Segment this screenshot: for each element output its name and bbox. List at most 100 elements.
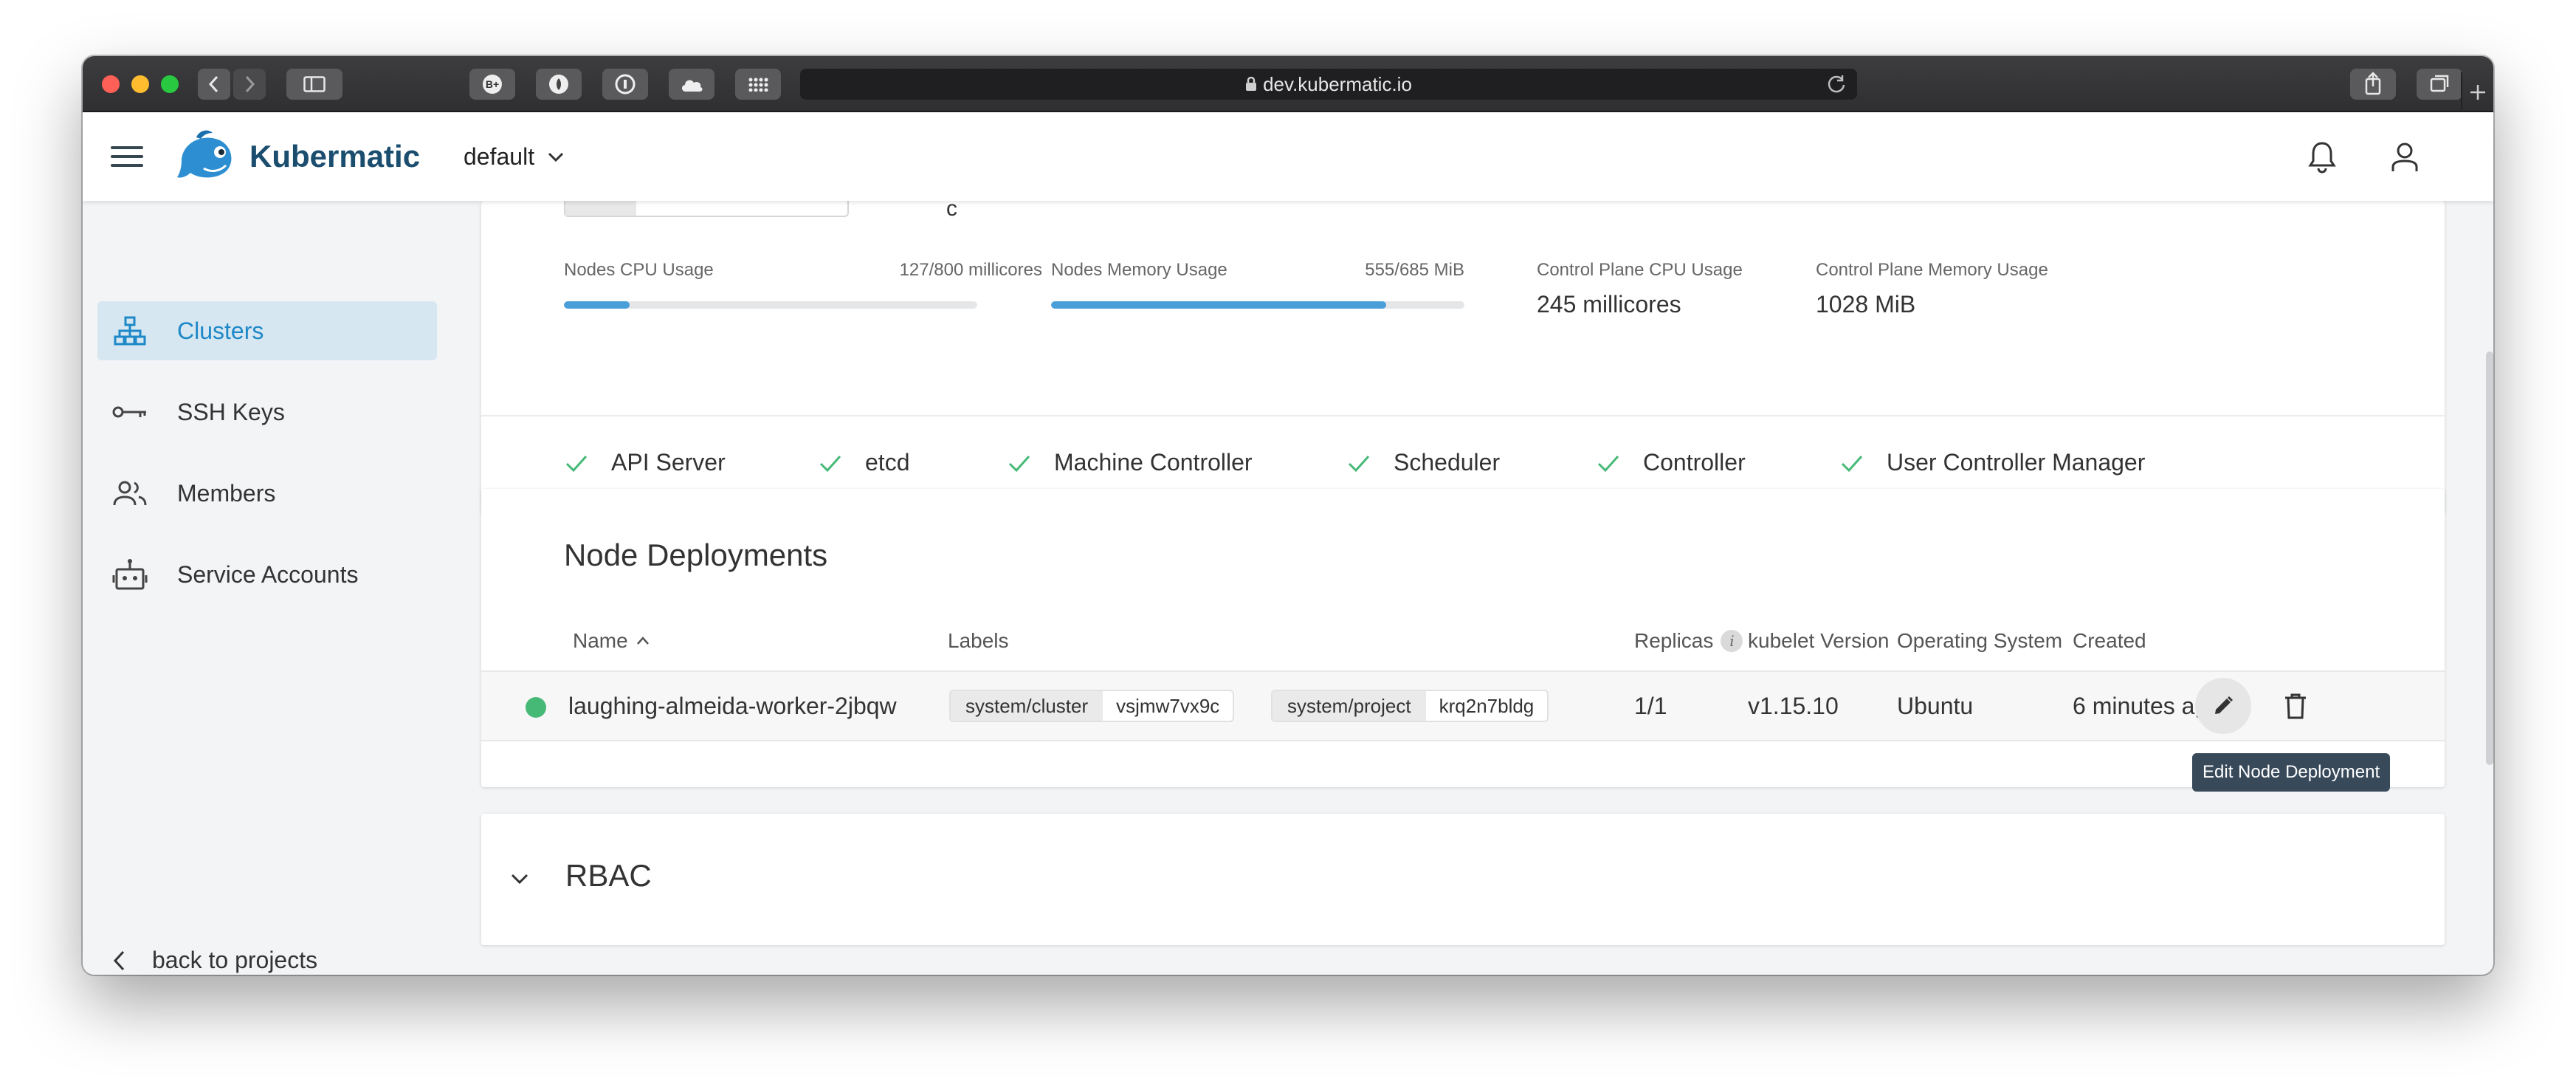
nodes-cpu-label: Nodes CPU Usage: [564, 260, 714, 280]
sidebar-item-label: Clusters: [177, 317, 264, 344]
svg-text:B+: B+: [486, 78, 499, 90]
extension-button-4[interactable]: [669, 69, 714, 100]
scrollbar[interactable]: [2486, 351, 2493, 765]
info-icon[interactable]: i: [1721, 630, 1743, 652]
delete-node-deployment-button[interactable]: [2278, 688, 2313, 724]
cp-cpu-label: Control Plane CPU Usage: [1537, 260, 1743, 280]
key-icon: [111, 396, 149, 428]
browser-window: B+ dev.kubermatic.io Kubermatic default …: [83, 56, 2493, 975]
sidebar-item-members[interactable]: Members: [97, 464, 437, 523]
column-label: Created: [2073, 629, 2146, 652]
cloud-icon: [681, 80, 703, 92]
health-label: User Controller Manager: [1887, 449, 2146, 476]
app-header: Kubermatic default: [83, 112, 2493, 201]
close-window-button[interactable]: [102, 75, 120, 93]
health-controller: Controller: [1596, 449, 1746, 476]
sidebar-item-clusters[interactable]: Clusters: [97, 301, 437, 360]
grid-icon: [748, 78, 768, 92]
check-icon: [819, 455, 841, 472]
column-header-os: Operating System: [1897, 629, 2062, 653]
nodes-memory-label: Nodes Memory Usage: [1051, 260, 1227, 280]
nodes-cpu-bar-fill: [564, 301, 630, 309]
label-chip: system/cluster vsjmw7vx9c: [949, 690, 1235, 722]
b-plus-icon: B+: [483, 75, 502, 94]
sidebar-item-label: SSH Keys: [177, 398, 285, 425]
section-title: RBAC: [565, 858, 652, 893]
pencil-icon: [2215, 696, 2233, 714]
forward-nav-button[interactable]: [233, 69, 266, 100]
back-nav-button[interactable]: [198, 69, 230, 100]
password-icon: [615, 74, 636, 95]
plus-icon: [2470, 85, 2485, 100]
divider: [481, 415, 2445, 416]
health-label: API Server: [611, 449, 726, 476]
label-key: system/project: [1272, 691, 1426, 721]
address-bar[interactable]: dev.kubermatic.io: [800, 69, 1857, 100]
sidebar-icon: [303, 76, 326, 92]
extension-button-3[interactable]: [602, 69, 648, 100]
zoom-window-button[interactable]: [161, 75, 179, 93]
edit-tooltip: Edit Node Deployment: [2192, 753, 2391, 792]
edit-node-deployment-button[interactable]: [2195, 678, 2251, 734]
rbac-card[interactable]: RBAC: [481, 814, 2445, 945]
extension-button-2[interactable]: [536, 69, 582, 100]
sidebar-toggle-button[interactable]: [286, 69, 342, 100]
tabs-overview-button[interactable]: [2417, 69, 2462, 100]
health-label: Machine Controller: [1054, 449, 1253, 476]
share-button[interactable]: [2350, 69, 2396, 100]
sidebar-item-service-accounts[interactable]: Service Accounts: [97, 545, 437, 604]
cp-memory-value: 1028 MiB: [1816, 291, 1916, 318]
notifications-bell-icon[interactable]: [2304, 139, 2340, 174]
menu-button[interactable]: [111, 146, 143, 167]
cp-memory-label: Control Plane Memory Usage: [1816, 260, 2048, 280]
reload-icon[interactable]: [1826, 73, 1847, 94]
label-chip: system/project krq2n7bldg: [1271, 690, 1549, 722]
node-deployments-card: Node Deployments Name Labels Replicas i …: [481, 489, 2445, 792]
check-icon: [1841, 455, 1863, 472]
new-tab-button[interactable]: [2461, 72, 2493, 112]
label-value: vsjmw7vx9c: [1103, 691, 1233, 721]
chevron-right-icon: [245, 75, 255, 93]
replicas-value: 1/1: [1634, 693, 1667, 719]
check-icon: [1348, 455, 1370, 472]
back-to-projects-link[interactable]: back to projects: [112, 947, 317, 974]
column-header-name[interactable]: Name: [573, 629, 650, 653]
node-deployment-name[interactable]: laughing-almeida-worker-2jbqw: [568, 693, 897, 720]
clusters-icon: [111, 315, 149, 347]
extension-button-1[interactable]: B+: [469, 69, 515, 100]
partial-field: [564, 201, 849, 217]
chevron-down-icon[interactable]: [503, 862, 536, 895]
column-label: kubelet Version: [1748, 629, 1890, 652]
project-selector[interactable]: default: [464, 143, 564, 171]
minimize-window-button[interactable]: [131, 75, 149, 93]
sidebar-item-ssh-keys[interactable]: SSH Keys: [97, 383, 437, 442]
health-etcd: etcd: [818, 449, 909, 476]
tabs-icon: [2430, 75, 2449, 92]
column-label: Labels: [948, 629, 1009, 652]
check-icon: [1008, 455, 1030, 472]
label-value: krq2n7bldg: [1425, 691, 1548, 721]
project-name: default: [464, 143, 535, 170]
account-icon[interactable]: [2387, 139, 2422, 174]
column-label: Replicas: [1634, 629, 1714, 652]
status-indicator: [526, 697, 546, 718]
nodes-cpu-bar: [564, 301, 977, 309]
health-scheduler: Scheduler: [1346, 449, 1500, 476]
check-icon: [565, 455, 588, 472]
kubermatic-logo[interactable]: [174, 127, 238, 186]
sidebar-item-label: Members: [177, 479, 276, 507]
health-user-controller-manager: User Controller Manager: [1839, 449, 2145, 476]
label-key: system/cluster: [951, 691, 1103, 721]
brand-name[interactable]: Kubermatic: [249, 139, 420, 174]
sort-ascending-icon: [636, 637, 649, 645]
nodes-memory-bar: [1051, 301, 1464, 309]
column-header-labels: Labels: [948, 629, 1009, 653]
browser-toolbar: B+ dev.kubermatic.io: [83, 56, 2493, 112]
health-api-server: API Server: [564, 449, 726, 476]
column-label: Operating System: [1897, 629, 2063, 652]
extension-button-5[interactable]: [735, 69, 781, 100]
section-title: Node Deployments: [564, 538, 828, 572]
column-header-replicas: Replicas i: [1634, 629, 1743, 653]
chevron-down-icon: [548, 152, 564, 162]
chevron-left-icon: [208, 75, 218, 93]
